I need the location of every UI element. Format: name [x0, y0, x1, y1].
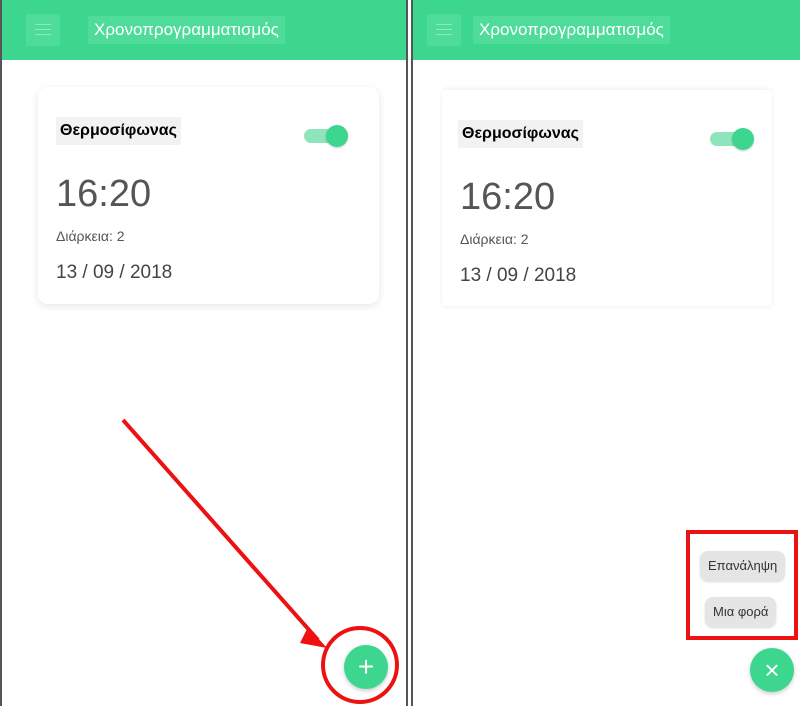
close-icon: × — [764, 655, 780, 685]
repeat-option-button[interactable]: Επανάληψη — [700, 551, 786, 581]
menu-icon[interactable] — [427, 14, 461, 46]
device-name: Θερμοσίφωνας — [56, 117, 181, 145]
right-screen: Χρονοπρογραμματισμός Θερμοσίφωνας 16:20 … — [411, 0, 800, 706]
schedule-date: 13 / 09 / 2018 — [56, 262, 173, 283]
enable-toggle[interactable] — [710, 127, 754, 150]
schedule-duration: Διάρκεια: 2 — [460, 231, 529, 247]
plus-icon: + — [357, 651, 375, 682]
close-button[interactable]: × — [750, 648, 794, 692]
page-title: Χρονοπρογραμματισμός — [88, 16, 285, 44]
schedule-card[interactable]: Θερμοσίφωνας 16:20 Διάρκεια: 2 13 / 09 /… — [38, 87, 379, 304]
schedule-date: 13 / 09 / 2018 — [460, 265, 577, 286]
left-screen: Χρονοπρογραμματισμός Θερμοσίφωνας 16:20 … — [0, 0, 408, 706]
schedule-time: 16:20 — [460, 176, 556, 218]
add-button[interactable]: + — [344, 645, 388, 689]
schedule-card[interactable]: Θερμοσίφωνας 16:20 Διάρκεια: 2 13 / 09 /… — [442, 90, 772, 306]
app-bar: Χρονοπρογραμματισμός — [2, 0, 406, 60]
enable-toggle[interactable] — [304, 124, 348, 147]
schedule-time: 16:20 — [56, 173, 152, 215]
page-title: Χρονοπρογραμματισμός — [473, 16, 670, 44]
app-bar: Χρονοπρογραμματισμός — [413, 0, 800, 60]
device-name: Θερμοσίφωνας — [458, 120, 583, 148]
menu-icon[interactable] — [26, 14, 60, 46]
schedule-duration: Διάρκεια: 2 — [56, 228, 125, 244]
once-option-button[interactable]: Μια φορά — [705, 597, 777, 627]
